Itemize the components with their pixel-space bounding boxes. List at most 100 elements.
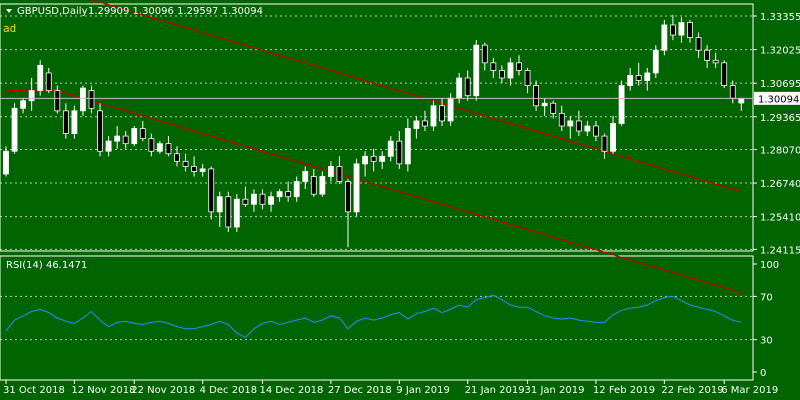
candle[interactable] [558,105,565,132]
candle[interactable] [71,105,78,139]
candle[interactable] [310,168,317,197]
candle[interactable] [533,80,539,111]
candle[interactable] [541,98,548,116]
bull-candle-body [105,140,112,152]
candle[interactable] [370,148,377,172]
candle[interactable] [302,166,309,190]
candle[interactable] [242,186,249,207]
candle[interactable] [567,115,574,139]
candle[interactable] [396,131,403,169]
candle[interactable] [268,191,274,212]
candle[interactable] [575,110,582,137]
candle[interactable] [618,80,625,126]
candle[interactable] [20,98,27,114]
bear-candle-body [208,168,215,213]
candle[interactable] [601,133,608,159]
candle[interactable] [199,163,206,177]
candle[interactable] [610,115,616,154]
candle[interactable] [490,57,497,78]
bear-candle-body [601,135,608,152]
candle[interactable] [413,115,420,139]
candle[interactable] [524,67,531,94]
candle[interactable] [661,19,668,56]
candle[interactable] [251,189,257,212]
candle[interactable] [687,19,693,43]
candle[interactable] [233,194,240,233]
candle[interactable] [712,52,719,68]
candle[interactable] [362,151,369,177]
candle[interactable] [105,136,112,157]
date-tick-label: 21 Jan 2019 [465,385,525,396]
candle[interactable] [165,136,172,157]
trading-chart[interactable]: 1.33355 1.32025 1.30695 1.29365 1.28070 1.267… [0,0,800,400]
chart-canvas[interactable]: 1.33355 1.32025 1.30695 1.29365 1.28070 1.267… [0,0,800,400]
candle[interactable] [156,141,163,154]
candle[interactable] [88,85,95,114]
candle[interactable] [191,156,198,177]
candle[interactable] [62,103,69,139]
candle[interactable] [473,40,480,101]
candle[interactable] [54,85,61,114]
candle[interactable] [721,60,728,89]
candle[interactable] [729,80,736,104]
candle[interactable] [353,158,360,217]
bull-candle-body [661,24,668,51]
candle[interactable] [276,189,283,202]
candle[interactable] [216,191,223,228]
candle[interactable] [635,62,642,86]
candle[interactable] [148,133,155,157]
rsi-panel[interactable] [0,255,754,381]
candle[interactable] [387,136,394,162]
candle[interactable] [379,151,386,169]
candle[interactable] [114,125,121,149]
candle[interactable] [139,120,146,142]
candle[interactable] [293,176,300,202]
candle[interactable] [464,70,471,101]
candle[interactable] [704,45,710,68]
candle[interactable] [593,120,599,142]
price-tick-label: 1.28070 [760,145,800,156]
candle[interactable] [584,120,591,137]
bear-candle-body [721,62,728,86]
bear-candle-body [45,72,52,92]
price-panel[interactable] [0,3,754,252]
candle[interactable] [516,55,522,76]
candle[interactable] [670,14,676,41]
candle[interactable] [336,156,343,185]
candle[interactable] [678,17,685,43]
candle[interactable] [430,100,437,132]
symbol-menu-icon[interactable] [6,9,12,13]
candle[interactable] [507,57,514,86]
candle[interactable] [122,131,129,149]
candle[interactable] [45,67,52,94]
candle[interactable] [652,45,659,78]
candle[interactable] [37,60,44,96]
candle[interactable] [550,100,557,119]
candle[interactable] [738,98,745,111]
candle[interactable] [131,125,138,147]
ohlc-label: 1.29909 1.30096 1.29597 1.30094 [88,6,263,17]
bear-candle-body [729,85,736,99]
candle[interactable] [327,161,334,182]
candle[interactable] [404,118,411,172]
candle[interactable] [28,77,35,111]
candle[interactable] [481,42,488,71]
candle[interactable] [319,171,326,197]
candle[interactable] [498,65,505,84]
candle[interactable] [97,103,103,157]
candle[interactable] [627,67,634,91]
candle[interactable] [225,191,232,233]
candle[interactable] [259,189,266,210]
candle[interactable] [11,103,18,154]
candle[interactable] [644,67,651,91]
candle[interactable] [3,146,9,177]
candles[interactable] [3,14,745,248]
candle[interactable] [80,85,86,116]
candle[interactable] [345,179,351,248]
candle[interactable] [182,153,189,172]
candle[interactable] [208,166,215,220]
bull-candle-body [20,100,27,109]
candle[interactable] [422,110,428,132]
candle[interactable] [695,32,702,58]
candle[interactable] [285,181,292,202]
